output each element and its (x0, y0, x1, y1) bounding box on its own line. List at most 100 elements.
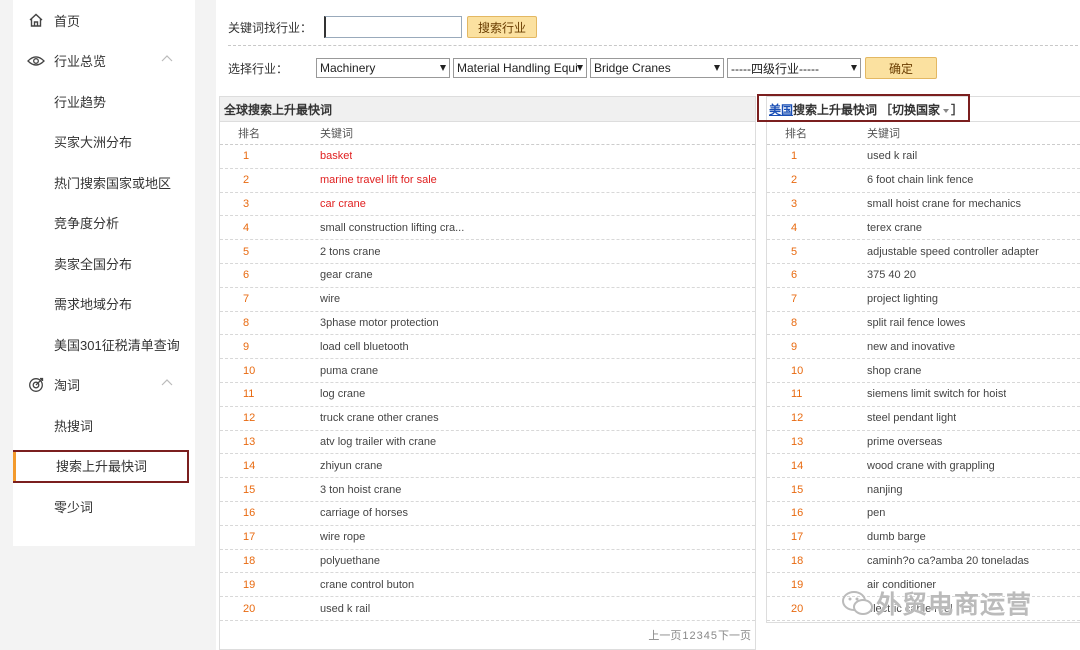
keyword-link[interactable]: split rail fence lowes (867, 317, 965, 329)
keyword-link[interactable]: shop crane (867, 365, 921, 377)
page-link-4[interactable]: 4 (704, 630, 710, 642)
sidebar-item-label: 买家大洲分布 (54, 135, 133, 151)
confirm-button[interactable]: 确定 (865, 57, 938, 79)
keyword-link[interactable]: new and inovative (867, 341, 955, 353)
sidebar-item-buyer-continent[interactable]: 买家大洲分布 (13, 122, 195, 163)
table-row: 16 carriage of horses (220, 502, 755, 526)
table-row: 5 2 tons crane (220, 240, 755, 264)
sidebar-item-home[interactable]: 首页 (13, 0, 195, 41)
keyword-link[interactable]: adjustable speed controller adapter (867, 246, 1039, 258)
sidebar-group-overview[interactable]: 行业总览 (13, 41, 195, 82)
chevron-up-icon[interactable] (161, 378, 173, 386)
keyword-link[interactable]: wire (320, 293, 340, 305)
rank-cell: 13 (243, 435, 256, 448)
rank-cell: 5 (791, 245, 798, 258)
rank-cell: 7 (791, 293, 798, 306)
keyword-link[interactable]: nanjing (867, 484, 902, 496)
keyword-link[interactable]: terex crane (867, 222, 922, 234)
sidebar-group-words[interactable]: 淘词 (13, 365, 195, 406)
keyword-link[interactable]: carriage of horses (320, 507, 408, 519)
prev-page-link[interactable]: 上一页 (648, 630, 681, 642)
keyword-link[interactable]: wire rope (320, 531, 365, 543)
table-row: 18 polyuethane (220, 550, 755, 574)
eye-icon (27, 52, 45, 70)
sidebar-item-hot-search[interactable]: 热搜词 (13, 405, 195, 446)
rank-cell: 20 (243, 602, 256, 615)
table-row: 10 shop crane (767, 359, 1080, 383)
sidebar-group-label: 行业总览 (54, 54, 107, 70)
sidebar-item-rising-words[interactable]: 搜索上升最快词 (13, 446, 195, 487)
keyword-link[interactable]: gear crane (320, 269, 373, 281)
page-link-3[interactable]: 3 (697, 630, 703, 642)
keyword-link[interactable]: car crane (320, 198, 366, 210)
keyword-link[interactable]: basket (320, 150, 352, 162)
industry-select-level3[interactable]: Bridge Cranes (590, 58, 725, 78)
rank-cell: 17 (243, 531, 256, 544)
keyword-link[interactable]: 2 tons crane (320, 246, 381, 258)
keyword-link[interactable]: used k rail (320, 603, 370, 615)
global-rising-panel: 全球搜索上升最快词 排名 关键词 1 basket 2 marine travel l… (219, 96, 756, 650)
keyword-link[interactable]: log crane (320, 388, 365, 400)
industry-select-level4[interactable]: -----四级行业----- (727, 58, 862, 78)
keyword-link[interactable]: 375 40 20 (867, 269, 916, 281)
keyword-link[interactable]: pen (867, 507, 885, 519)
sidebar: 首页 行业总览 行业趋势 买家大洲分布 热门搜索国家或地区 竞争度分析 卖家全国… (13, 0, 195, 546)
switch-country-button[interactable]: ［切换国家 ］ (880, 101, 963, 118)
keyword-link[interactable]: small hoist crane for mechanics (867, 198, 1021, 210)
next-page-link[interactable]: 下一页 (718, 630, 751, 642)
page-link-5[interactable]: 5 (711, 630, 717, 642)
keyword-link[interactable]: dumb barge (867, 531, 926, 543)
keyword-link[interactable]: atv log trailer with crane (320, 436, 436, 448)
country-link[interactable]: 美国 (769, 101, 793, 118)
page-link-1[interactable]: 1 (682, 630, 688, 642)
page-link-2[interactable]: 2 (690, 630, 696, 642)
sidebar-item-seller-distribution[interactable]: 卖家全国分布 (13, 243, 195, 284)
table-row: 4 small construction lifting cra... (220, 216, 755, 241)
sidebar-item-trend[interactable]: 行业趋势 (13, 81, 195, 122)
keyword-input[interactable] (324, 16, 463, 38)
rank-cell: 3 (243, 197, 250, 210)
keyword-link[interactable]: used k rail (867, 150, 917, 162)
industry-select-level1[interactable]: Machinery (316, 58, 451, 78)
sidebar-item-label: 热门搜索国家或地区 (54, 175, 172, 191)
main-content: 关键词找行业： 搜索行业 选择行业： Machinery Material Ha… (216, 0, 1080, 650)
table-row: 15 nanjing (767, 478, 1080, 502)
keyword-link[interactable]: load cell bluetooth (320, 341, 409, 353)
table-row: 9 new and inovative (767, 335, 1080, 360)
keyword-link[interactable]: zhiyun crane (320, 460, 382, 472)
table-row: 2 marine travel lift for sale (220, 169, 755, 193)
keyword-link[interactable]: steel pendant light (867, 412, 956, 424)
home-icon (27, 11, 45, 29)
sidebar-item-demand-region[interactable]: 需求地域分布 (13, 284, 195, 325)
sidebar-item-hot-countries[interactable]: 热门搜索国家或地区 (13, 162, 195, 203)
keyword-link[interactable]: prime overseas (867, 436, 942, 448)
rank-cell: 14 (791, 459, 804, 472)
dropdown-arrow-icon (714, 65, 721, 71)
keyword-link[interactable]: 3phase motor protection (320, 317, 439, 329)
sidebar-item-competition[interactable]: 竞争度分析 (13, 203, 195, 244)
sidebar-item-us301[interactable]: 美国301征税清单查询 (13, 324, 195, 365)
pagination: 上一页12345下一页 (647, 627, 751, 643)
keyword-link[interactable]: polyuethane (320, 555, 380, 567)
keyword-link[interactable]: project lighting (867, 293, 938, 305)
keyword-link[interactable]: siemens limit switch for hoist (867, 388, 1006, 400)
rank-cell: 16 (791, 507, 804, 520)
rank-cell: 6 (791, 269, 798, 282)
rank-cell: 10 (243, 364, 256, 377)
keyword-link[interactable]: crane control buton (320, 579, 414, 591)
keyword-link[interactable]: wood crane with grappling (867, 460, 995, 472)
keyword-link[interactable]: 3 ton hoist crane (320, 484, 401, 496)
industry-select-level2[interactable]: Material Handling Equi (453, 58, 588, 78)
keyword-link[interactable]: small construction lifting cra... (320, 222, 464, 234)
keyword-link[interactable]: 6 foot chain link fence (867, 174, 973, 186)
sidebar-item-label: 热搜词 (54, 418, 94, 434)
keyword-link[interactable]: truck crane other cranes (320, 412, 439, 424)
sidebar-item-rare-words[interactable]: 零少词 (13, 486, 195, 527)
sidebar-item-label: 首页 (54, 13, 81, 29)
keyword-link[interactable]: marine travel lift for sale (320, 174, 437, 186)
keyword-link[interactable]: puma crane (320, 365, 378, 377)
search-industry-button[interactable]: 搜索行业 (467, 16, 538, 38)
keyword-link[interactable]: caminh?o ca?amba 20 toneladas (867, 555, 1029, 567)
chevron-up-icon[interactable] (161, 54, 173, 62)
keyword-label: 关键词找行业： (228, 20, 313, 35)
